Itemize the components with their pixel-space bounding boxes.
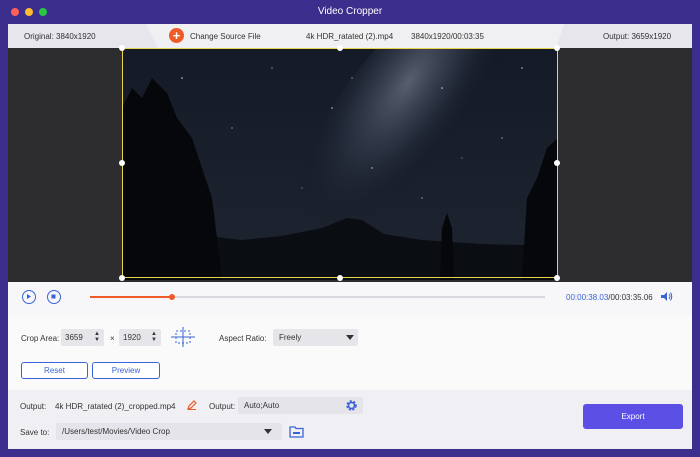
gear-icon[interactable] (345, 399, 358, 414)
window-title: Video Cropper (317, 6, 383, 17)
preview-button[interactable]: Preview (92, 362, 160, 379)
export-button[interactable]: Export (583, 404, 683, 429)
crop-handle-top[interactable] (337, 45, 343, 51)
source-meta: 3840x1920/00:03:35 (411, 32, 484, 41)
crop-height-value: 1920 (123, 333, 141, 342)
crop-area-label: Crop Area: (21, 334, 60, 343)
stop-icon[interactable] (47, 290, 61, 304)
crop-height-stepper[interactable]: ▲ ▼ (151, 331, 157, 343)
current-time: 00:00:38.03 (566, 293, 609, 302)
aspect-ratio-label: Aspect Ratio: (219, 334, 267, 343)
crop-width-input[interactable]: 3659 ▲ ▼ (61, 329, 104, 346)
volume-icon[interactable] (660, 291, 673, 304)
crop-handle-top-left[interactable] (119, 45, 125, 51)
output-filename: 4k HDR_ratated (2)_cropped.mp4 (55, 402, 176, 411)
play-icon[interactable] (22, 290, 36, 304)
folder-icon[interactable] (289, 425, 304, 440)
aspect-ratio-select[interactable]: Freely (273, 329, 358, 346)
title-bar: Video Cropper (0, 0, 700, 24)
center-crosshair-icon[interactable] (171, 327, 195, 349)
total-time: /00:03:35.06 (608, 293, 653, 302)
progress-fill (90, 296, 172, 298)
crop-width-value: 3659 (65, 333, 83, 342)
save-to-label: Save to: (20, 428, 50, 437)
time-readout: 00:00:38.03/00:03:35.06 (566, 293, 653, 302)
save-path-select[interactable]: /Users/test/Movies/Video Crop (56, 423, 282, 440)
output-resolution: Output: 3659x1920 (603, 32, 672, 41)
crop-width-stepper[interactable]: ▲ ▼ (94, 331, 100, 343)
crop-handle-bottom-left[interactable] (119, 275, 125, 281)
edit-pencil-icon[interactable] (187, 400, 197, 412)
aspect-ratio-value: Freely (279, 333, 302, 342)
output-settings-value: Auto;Auto (244, 401, 280, 410)
crop-frame[interactable] (122, 48, 558, 278)
output-label: Output: (20, 402, 47, 411)
change-source-button[interactable]: Change Source File (190, 32, 261, 41)
crop-handle-bottom[interactable] (337, 275, 343, 281)
crop-height-input[interactable]: 1920 ▲ ▼ (119, 329, 161, 346)
reset-button[interactable]: Reset (21, 362, 88, 379)
crop-handle-top-right[interactable] (554, 45, 560, 51)
progress-thumb[interactable] (169, 294, 175, 300)
crop-handle-left[interactable] (119, 160, 125, 166)
original-resolution: Original: 3840x1920 (24, 32, 96, 41)
save-path-value: /Users/test/Movies/Video Crop (62, 427, 170, 436)
crop-handle-right[interactable] (554, 160, 560, 166)
output-settings-label: Output: (209, 402, 236, 411)
chevron-down-icon (346, 335, 354, 340)
crop-handle-bottom-right[interactable] (554, 275, 560, 281)
plus-icon[interactable]: + (169, 28, 184, 43)
source-filename: 4k HDR_ratated (2).mp4 (306, 32, 394, 41)
times-sign: × (110, 334, 115, 343)
chevron-down-icon (264, 429, 272, 434)
